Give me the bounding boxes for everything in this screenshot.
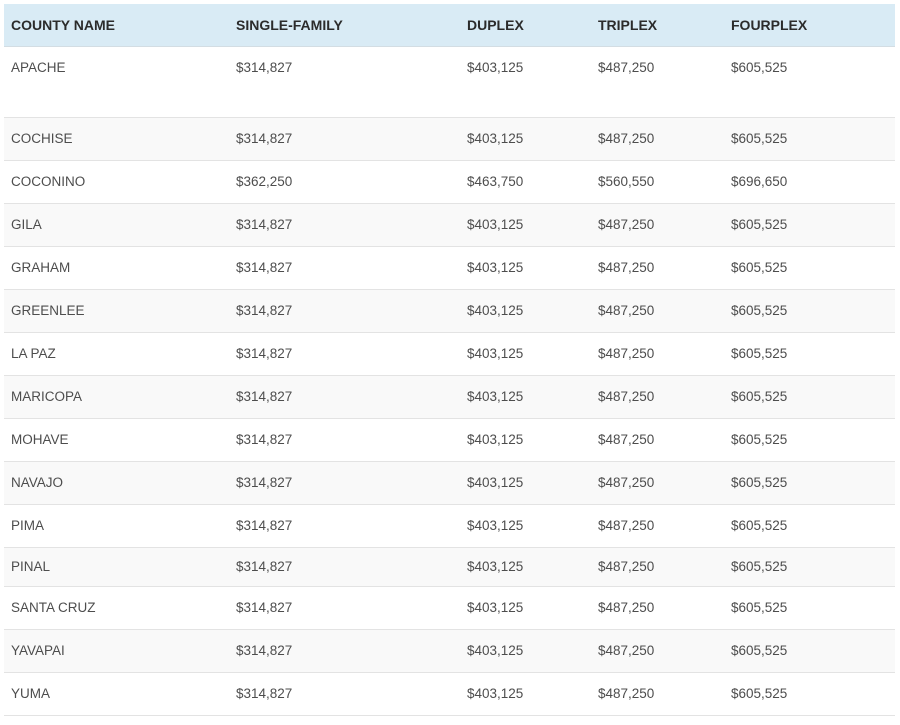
table-row: NAVAJO $314,827 $403,125 $487,250 $605,525 <box>4 462 895 505</box>
table-row: YUMA $314,827 $403,125 $487,250 $605,525 <box>4 673 895 716</box>
header-single-family[interactable]: SINGLE-FAMILY <box>236 4 343 46</box>
triplex-cell: $487,250 <box>598 686 655 701</box>
duplex-cell: $403,125 <box>467 518 524 533</box>
table-row: GILA $314,827 $403,125 $487,250 $605,525 <box>4 204 895 247</box>
county-name-cell: NAVAJO <box>11 475 64 490</box>
duplex-cell: $403,125 <box>467 559 524 574</box>
fourplex-cell: $696,650 <box>731 174 788 189</box>
single-family-cell: $362,250 <box>236 174 293 189</box>
duplex-cell: $403,125 <box>467 686 524 701</box>
county-name-cell: COCHISE <box>11 131 73 146</box>
county-name-cell: PINAL <box>11 559 51 574</box>
single-family-cell: $314,827 <box>236 559 293 574</box>
single-family-cell: $314,827 <box>236 346 293 361</box>
table-row: LA PAZ $314,827 $403,125 $487,250 $605,525 <box>4 333 895 376</box>
triplex-cell: $487,250 <box>598 131 655 146</box>
triplex-cell: $487,250 <box>598 559 655 574</box>
triplex-cell: $560,550 <box>598 174 655 189</box>
county-name-cell: YAVAPAI <box>11 643 65 658</box>
triplex-cell: $487,250 <box>598 518 655 533</box>
single-family-cell: $314,827 <box>236 260 293 275</box>
duplex-cell: $403,125 <box>467 131 524 146</box>
county-name-cell: PIMA <box>11 518 45 533</box>
fourplex-cell: $605,525 <box>731 346 788 361</box>
duplex-cell: $463,750 <box>467 174 524 189</box>
triplex-cell: $487,250 <box>598 346 655 361</box>
fourplex-cell: $605,525 <box>731 559 788 574</box>
table-row: COCONINO $362,250 $463,750 $560,550 $696,650 <box>4 161 895 204</box>
header-fourplex[interactable]: FOURPLEX <box>731 4 807 46</box>
table-row: PINAL $314,827 $403,125 $487,250 $605,525 <box>4 548 895 587</box>
triplex-cell: $487,250 <box>598 60 655 75</box>
fourplex-cell: $605,525 <box>731 389 788 404</box>
fourplex-cell: $605,525 <box>731 60 788 75</box>
table-row: PIMA $314,827 $403,125 $487,250 $605,525 <box>4 505 895 548</box>
single-family-cell: $314,827 <box>236 303 293 318</box>
fourplex-cell: $605,525 <box>731 260 788 275</box>
duplex-cell: $403,125 <box>467 475 524 490</box>
table-row: COCHISE $314,827 $403,125 $487,250 $605,525 <box>4 118 895 161</box>
header-triplex[interactable]: TRIPLEX <box>598 4 657 46</box>
triplex-cell: $487,250 <box>598 432 655 447</box>
fourplex-cell: $605,525 <box>731 686 788 701</box>
table-row: GRAHAM $314,827 $403,125 $487,250 $605,525 <box>4 247 895 290</box>
county-name-cell: LA PAZ <box>11 346 56 361</box>
duplex-cell: $403,125 <box>467 643 524 658</box>
duplex-cell: $403,125 <box>467 346 524 361</box>
table-row: MARICOPA $314,827 $403,125 $487,250 $605,525 <box>4 376 895 419</box>
table-row: MOHAVE $314,827 $403,125 $487,250 $605,525 <box>4 419 895 462</box>
county-name-cell: MOHAVE <box>11 432 69 447</box>
fourplex-cell: $605,525 <box>731 475 788 490</box>
duplex-cell: $403,125 <box>467 60 524 75</box>
triplex-cell: $487,250 <box>598 303 655 318</box>
fourplex-cell: $605,525 <box>731 643 788 658</box>
single-family-cell: $314,827 <box>236 217 293 232</box>
single-family-cell: $314,827 <box>236 432 293 447</box>
single-family-cell: $314,827 <box>236 389 293 404</box>
fourplex-cell: $605,525 <box>731 303 788 318</box>
single-family-cell: $314,827 <box>236 60 293 75</box>
duplex-cell: $403,125 <box>467 303 524 318</box>
table-row: SANTA CRUZ $314,827 $403,125 $487,250 $605,5… <box>4 587 895 630</box>
triplex-cell: $487,250 <box>598 600 655 615</box>
fourplex-cell: $605,525 <box>731 600 788 615</box>
county-name-cell: SANTA CRUZ <box>11 600 96 615</box>
fourplex-cell: $605,525 <box>731 217 788 232</box>
triplex-cell: $487,250 <box>598 643 655 658</box>
county-name-cell: YUMA <box>11 686 51 701</box>
table-row: GREENLEE $314,827 $403,125 $487,250 $605,525 <box>4 290 895 333</box>
header-duplex[interactable]: DUPLEX <box>467 4 524 46</box>
county-name-cell: COCONINO <box>11 174 86 189</box>
single-family-cell: $314,827 <box>236 518 293 533</box>
triplex-cell: $487,250 <box>598 260 655 275</box>
county-name-cell: MARICOPA <box>11 389 83 404</box>
fourplex-cell: $605,525 <box>731 518 788 533</box>
single-family-cell: $314,827 <box>236 600 293 615</box>
single-family-cell: $314,827 <box>236 475 293 490</box>
duplex-cell: $403,125 <box>467 217 524 232</box>
single-family-cell: $314,827 <box>236 686 293 701</box>
duplex-cell: $403,125 <box>467 389 524 404</box>
triplex-cell: $487,250 <box>598 217 655 232</box>
county-name-cell: GREENLEE <box>11 303 85 318</box>
county-name-cell: GILA <box>11 217 42 232</box>
fourplex-cell: $605,525 <box>731 432 788 447</box>
duplex-cell: $403,125 <box>467 600 524 615</box>
county-loan-limits-table: COUNTY NAME SINGLE-FAMILY DUPLEX TRIPLEX… <box>4 4 895 716</box>
county-name-cell: GRAHAM <box>11 260 71 275</box>
duplex-cell: $403,125 <box>467 260 524 275</box>
table-row: YAVAPAI $314,827 $403,125 $487,250 $605,525 <box>4 630 895 673</box>
table-body: APACHE $314,827 $403,125 $487,250 $605,525 CO… <box>4 47 895 716</box>
triplex-cell: $487,250 <box>598 389 655 404</box>
county-name-cell: APACHE <box>11 60 66 75</box>
single-family-cell: $314,827 <box>236 643 293 658</box>
table-row: APACHE $314,827 $403,125 $487,250 $605,525 <box>4 47 895 118</box>
table-header: COUNTY NAME SINGLE-FAMILY DUPLEX TRIPLEX… <box>4 4 895 47</box>
duplex-cell: $403,125 <box>467 432 524 447</box>
header-county-name[interactable]: COUNTY NAME <box>11 4 115 46</box>
single-family-cell: $314,827 <box>236 131 293 146</box>
fourplex-cell: $605,525 <box>731 131 788 146</box>
triplex-cell: $487,250 <box>598 475 655 490</box>
